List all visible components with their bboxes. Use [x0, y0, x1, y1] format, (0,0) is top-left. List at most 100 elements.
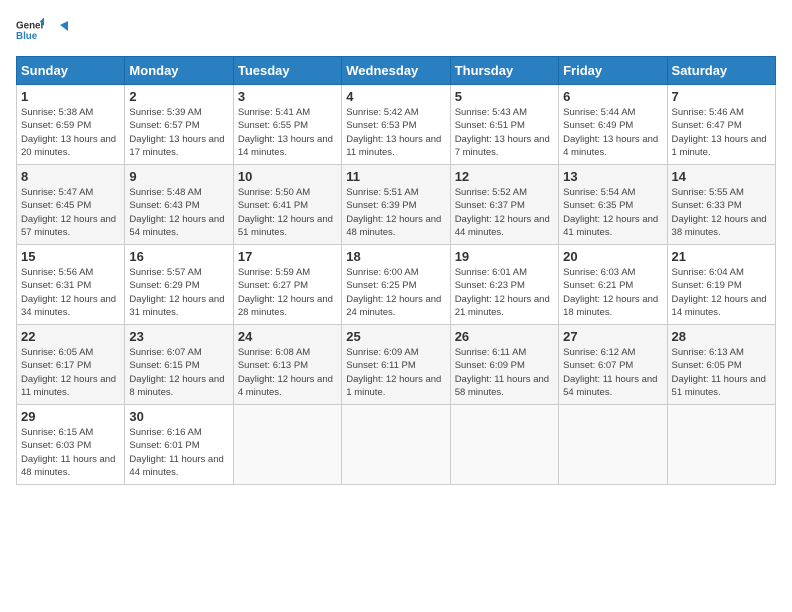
header-row: SundayMondayTuesdayWednesdayThursdayFrid…: [17, 57, 776, 85]
day-number: 24: [238, 329, 337, 344]
day-cell: 5 Sunrise: 5:43 AM Sunset: 6:51 PM Dayli…: [450, 85, 558, 165]
day-number: 19: [455, 249, 554, 264]
day-info: Sunrise: 6:07 AM Sunset: 6:15 PM Dayligh…: [129, 346, 228, 399]
day-number: 8: [21, 169, 120, 184]
day-number: 11: [346, 169, 445, 184]
day-cell: 25 Sunrise: 6:09 AM Sunset: 6:11 PM Dayl…: [342, 325, 450, 405]
svg-text:General: General: [16, 21, 44, 32]
day-number: 23: [129, 329, 228, 344]
day-cell: 14 Sunrise: 5:55 AM Sunset: 6:33 PM Dayl…: [667, 165, 775, 245]
day-number: 30: [129, 409, 228, 424]
day-info: Sunrise: 5:39 AM Sunset: 6:57 PM Dayligh…: [129, 106, 228, 159]
week-row-5: 29 Sunrise: 6:15 AM Sunset: 6:03 PM Dayl…: [17, 405, 776, 485]
day-info: Sunrise: 5:54 AM Sunset: 6:35 PM Dayligh…: [563, 186, 662, 239]
day-number: 13: [563, 169, 662, 184]
day-cell: 18 Sunrise: 6:00 AM Sunset: 6:25 PM Dayl…: [342, 245, 450, 325]
logo: General Blue: [16, 16, 68, 44]
week-row-1: 1 Sunrise: 5:38 AM Sunset: 6:59 PM Dayli…: [17, 85, 776, 165]
day-info: Sunrise: 6:11 AM Sunset: 6:09 PM Dayligh…: [455, 346, 554, 399]
day-info: Sunrise: 5:47 AM Sunset: 6:45 PM Dayligh…: [21, 186, 120, 239]
day-number: 16: [129, 249, 228, 264]
day-cell: 4 Sunrise: 5:42 AM Sunset: 6:53 PM Dayli…: [342, 85, 450, 165]
day-info: Sunrise: 5:38 AM Sunset: 6:59 PM Dayligh…: [21, 106, 120, 159]
day-number: 15: [21, 249, 120, 264]
day-info: Sunrise: 5:44 AM Sunset: 6:49 PM Dayligh…: [563, 106, 662, 159]
day-info: Sunrise: 5:46 AM Sunset: 6:47 PM Dayligh…: [672, 106, 771, 159]
day-number: 9: [129, 169, 228, 184]
day-cell: [450, 405, 558, 485]
day-info: Sunrise: 6:12 AM Sunset: 6:07 PM Dayligh…: [563, 346, 662, 399]
day-cell: 12 Sunrise: 5:52 AM Sunset: 6:37 PM Dayl…: [450, 165, 558, 245]
day-cell: [667, 405, 775, 485]
day-info: Sunrise: 6:03 AM Sunset: 6:21 PM Dayligh…: [563, 266, 662, 319]
day-number: 10: [238, 169, 337, 184]
day-number: 6: [563, 89, 662, 104]
day-cell: 3 Sunrise: 5:41 AM Sunset: 6:55 PM Dayli…: [233, 85, 341, 165]
day-info: Sunrise: 6:08 AM Sunset: 6:13 PM Dayligh…: [238, 346, 337, 399]
week-row-4: 22 Sunrise: 6:05 AM Sunset: 6:17 PM Dayl…: [17, 325, 776, 405]
day-info: Sunrise: 5:56 AM Sunset: 6:31 PM Dayligh…: [21, 266, 120, 319]
day-info: Sunrise: 6:13 AM Sunset: 6:05 PM Dayligh…: [672, 346, 771, 399]
day-number: 26: [455, 329, 554, 344]
day-cell: 27 Sunrise: 6:12 AM Sunset: 6:07 PM Dayl…: [559, 325, 667, 405]
day-number: 25: [346, 329, 445, 344]
day-info: Sunrise: 6:04 AM Sunset: 6:19 PM Dayligh…: [672, 266, 771, 319]
day-info: Sunrise: 6:09 AM Sunset: 6:11 PM Dayligh…: [346, 346, 445, 399]
day-cell: 28 Sunrise: 6:13 AM Sunset: 6:05 PM Dayl…: [667, 325, 775, 405]
day-cell: 13 Sunrise: 5:54 AM Sunset: 6:35 PM Dayl…: [559, 165, 667, 245]
week-row-3: 15 Sunrise: 5:56 AM Sunset: 6:31 PM Dayl…: [17, 245, 776, 325]
header-cell-wednesday: Wednesday: [342, 57, 450, 85]
day-number: 5: [455, 89, 554, 104]
day-number: 17: [238, 249, 337, 264]
day-cell: [559, 405, 667, 485]
day-cell: 6 Sunrise: 5:44 AM Sunset: 6:49 PM Dayli…: [559, 85, 667, 165]
day-number: 3: [238, 89, 337, 104]
day-info: Sunrise: 5:43 AM Sunset: 6:51 PM Dayligh…: [455, 106, 554, 159]
day-cell: 24 Sunrise: 6:08 AM Sunset: 6:13 PM Dayl…: [233, 325, 341, 405]
header-cell-sunday: Sunday: [17, 57, 125, 85]
day-number: 29: [21, 409, 120, 424]
day-number: 12: [455, 169, 554, 184]
day-info: Sunrise: 5:52 AM Sunset: 6:37 PM Dayligh…: [455, 186, 554, 239]
day-info: Sunrise: 5:48 AM Sunset: 6:43 PM Dayligh…: [129, 186, 228, 239]
day-cell: 7 Sunrise: 5:46 AM Sunset: 6:47 PM Dayli…: [667, 85, 775, 165]
day-cell: 29 Sunrise: 6:15 AM Sunset: 6:03 PM Dayl…: [17, 405, 125, 485]
day-cell: 8 Sunrise: 5:47 AM Sunset: 6:45 PM Dayli…: [17, 165, 125, 245]
day-info: Sunrise: 6:01 AM Sunset: 6:23 PM Dayligh…: [455, 266, 554, 319]
calendar-table: SundayMondayTuesdayWednesdayThursdayFrid…: [16, 56, 776, 485]
day-number: 22: [21, 329, 120, 344]
day-number: 1: [21, 89, 120, 104]
day-cell: [233, 405, 341, 485]
day-number: 27: [563, 329, 662, 344]
day-number: 14: [672, 169, 771, 184]
day-info: Sunrise: 6:05 AM Sunset: 6:17 PM Dayligh…: [21, 346, 120, 399]
day-number: 28: [672, 329, 771, 344]
header-cell-monday: Monday: [125, 57, 233, 85]
day-info: Sunrise: 5:41 AM Sunset: 6:55 PM Dayligh…: [238, 106, 337, 159]
header: General Blue: [16, 16, 776, 44]
day-info: Sunrise: 5:55 AM Sunset: 6:33 PM Dayligh…: [672, 186, 771, 239]
day-info: Sunrise: 5:42 AM Sunset: 6:53 PM Dayligh…: [346, 106, 445, 159]
day-number: 20: [563, 249, 662, 264]
day-info: Sunrise: 5:50 AM Sunset: 6:41 PM Dayligh…: [238, 186, 337, 239]
day-number: 4: [346, 89, 445, 104]
day-cell: [342, 405, 450, 485]
day-cell: 1 Sunrise: 5:38 AM Sunset: 6:59 PM Dayli…: [17, 85, 125, 165]
header-cell-thursday: Thursday: [450, 57, 558, 85]
day-number: 2: [129, 89, 228, 104]
header-cell-friday: Friday: [559, 57, 667, 85]
day-cell: 16 Sunrise: 5:57 AM Sunset: 6:29 PM Dayl…: [125, 245, 233, 325]
day-cell: 20 Sunrise: 6:03 AM Sunset: 6:21 PM Dayl…: [559, 245, 667, 325]
day-cell: 17 Sunrise: 5:59 AM Sunset: 6:27 PM Dayl…: [233, 245, 341, 325]
day-info: Sunrise: 6:00 AM Sunset: 6:25 PM Dayligh…: [346, 266, 445, 319]
day-cell: 21 Sunrise: 6:04 AM Sunset: 6:19 PM Dayl…: [667, 245, 775, 325]
day-cell: 11 Sunrise: 5:51 AM Sunset: 6:39 PM Dayl…: [342, 165, 450, 245]
day-cell: 26 Sunrise: 6:11 AM Sunset: 6:09 PM Dayl…: [450, 325, 558, 405]
day-number: 18: [346, 249, 445, 264]
logo-bird-icon: [50, 21, 68, 39]
day-cell: 9 Sunrise: 5:48 AM Sunset: 6:43 PM Dayli…: [125, 165, 233, 245]
day-cell: 10 Sunrise: 5:50 AM Sunset: 6:41 PM Dayl…: [233, 165, 341, 245]
header-cell-tuesday: Tuesday: [233, 57, 341, 85]
day-cell: 15 Sunrise: 5:56 AM Sunset: 6:31 PM Dayl…: [17, 245, 125, 325]
day-cell: 30 Sunrise: 6:16 AM Sunset: 6:01 PM Dayl…: [125, 405, 233, 485]
